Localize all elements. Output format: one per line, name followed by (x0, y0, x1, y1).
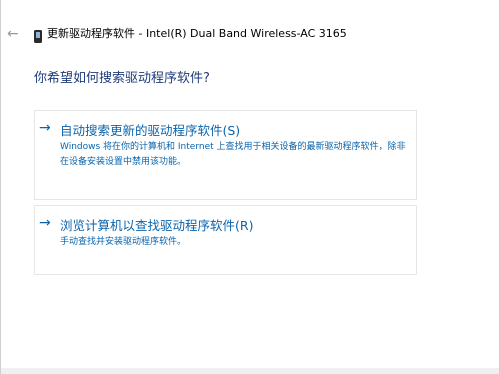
auto-search-description: Windows 将在你的计算机和 Internet 上查找用于相关设备的最新驱动… (60, 142, 406, 167)
auto-search-title: 自动搜索更新的驱动程序软件(S) (60, 123, 241, 138)
page-heading: 你希望如何搜索驱动程序软件? (34, 71, 210, 86)
browse-computer-option[interactable]: → 浏览计算机以查找驱动程序软件(R) 手动查找并安装驱动程序软件。 (34, 205, 417, 275)
title-bar: ← 更新驱动程序软件 - Intel(R) Dual Band Wireless… (1, 20, 499, 48)
browse-computer-description: 手动查找并安装驱动程序软件。 (60, 237, 187, 247)
right-arrow-icon: → (39, 215, 51, 231)
window-title: 更新驱动程序软件 - Intel(R) Dual Band Wireless-A… (47, 27, 347, 40)
auto-search-option[interactable]: → 自动搜索更新的驱动程序软件(S) Windows 将在你的计算机和 Inte… (34, 110, 417, 200)
browse-computer-title: 浏览计算机以查找驱动程序软件(R) (60, 218, 254, 233)
bottom-bar (1, 368, 499, 374)
device-icon (34, 28, 42, 43)
back-arrow-icon[interactable]: ← (7, 26, 23, 42)
right-arrow-icon: → (39, 120, 51, 136)
update-driver-window: ✕ ← 更新驱动程序软件 - Intel(R) Dual Band Wirele… (0, 0, 500, 374)
